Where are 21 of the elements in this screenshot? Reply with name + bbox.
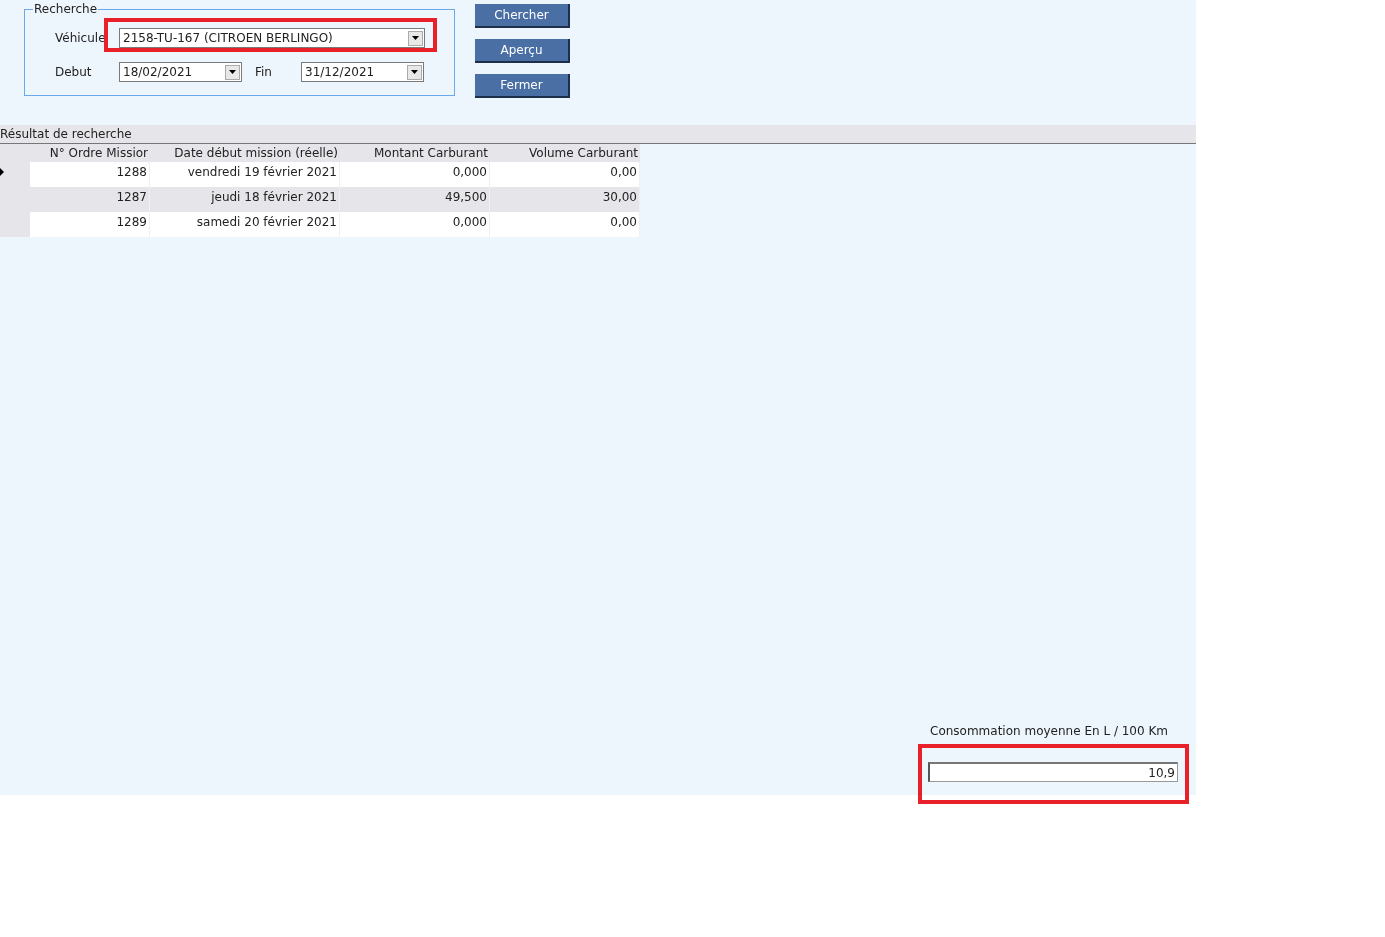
action-button[interactable]: Aperçu [475,39,570,63]
field-label: Fin [255,64,273,81]
date-dropdown[interactable]: 31/12/2021 [301,62,424,82]
column-header[interactable]: Volume Carburant [490,144,640,162]
table-cell: 1289 [30,212,150,237]
table-cell: 0,00 [490,212,640,237]
table-cell: 0,000 [340,212,490,237]
consumption-field: 10,9 [928,762,1178,782]
action-button[interactable]: Chercher [475,4,570,28]
column-header[interactable]: Montant Carburant [340,144,490,162]
field-label: Véhicule [55,30,103,47]
date-dropdown[interactable]: 18/02/2021 [119,62,242,82]
section-title: Résultat de recherche [0,126,132,143]
column-header[interactable]: N° Ordre Missior [30,144,150,162]
field-label: Consommation moyenne En L / 100 Km [930,723,1169,740]
vehicle-dropdown[interactable]: 2158-TU-167 (CITROEN BERLINGO) [119,28,425,48]
table-cell: samedi 20 février 2021 [150,212,340,237]
field-label: Debut [55,64,93,81]
group-title: Recherche [33,2,99,16]
column-header[interactable]: Date début mission (réelle) [150,144,340,162]
action-button[interactable]: Fermer [475,74,570,98]
